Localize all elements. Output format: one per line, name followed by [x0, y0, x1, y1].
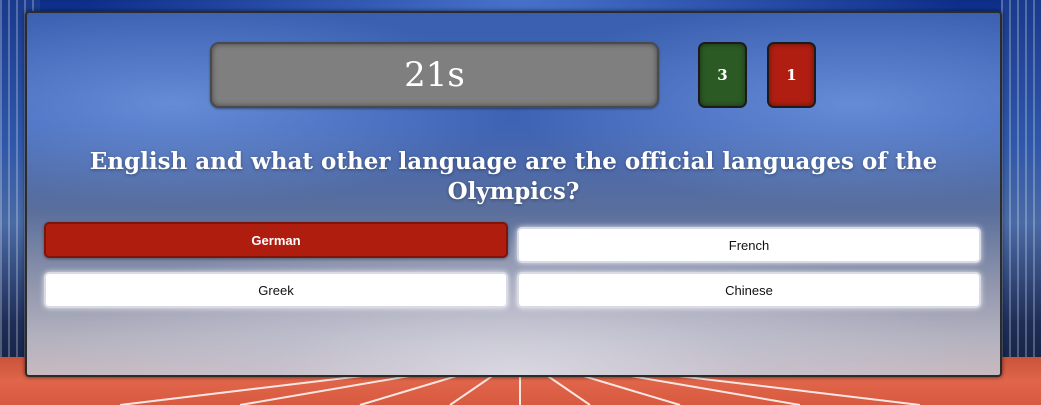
wrong-count-badge: 1	[767, 42, 816, 108]
answer-button-german[interactable]: German	[44, 222, 508, 258]
quiz-panel: 21s 3 1 English and what other language …	[25, 11, 1002, 377]
stadium-stands-right	[1001, 0, 1041, 405]
countdown-timer: 21s	[210, 42, 659, 108]
answer-button-chinese[interactable]: Chinese	[517, 272, 981, 308]
correct-count-badge: 3	[698, 42, 747, 108]
question-text: English and what other language are the …	[89, 148, 938, 205]
answer-button-greek[interactable]: Greek	[44, 272, 508, 308]
answer-button-french[interactable]: French	[517, 227, 981, 263]
